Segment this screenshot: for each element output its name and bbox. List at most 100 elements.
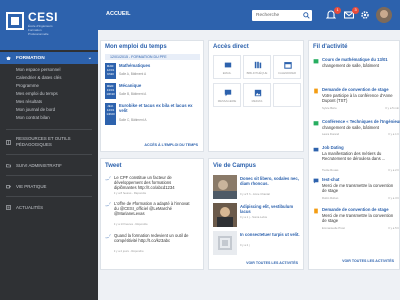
campus-post-meta: Il y a 5 h - Anne Chantal xyxy=(240,192,270,196)
nav-vie-label: VIE PRATIQUE xyxy=(16,183,47,189)
campus-post-meta: Il y a 2 j xyxy=(240,243,250,247)
campus-post[interactable]: Adipiscing elit, vestibulum lacus Il y a… xyxy=(213,203,300,231)
activity-item-text: La manifestation des métiers du Recrutem… xyxy=(322,151,386,161)
tweet-text: L'offre de #formation a adapté à l'innov… xyxy=(114,201,190,216)
calendar-icon xyxy=(284,62,292,69)
coffee-icon xyxy=(6,184,11,188)
sidebar-item-espace-personnel[interactable]: Mon espace personnel xyxy=(0,66,98,74)
news-icon xyxy=(6,204,11,210)
book-icon xyxy=(6,139,11,145)
tweet-card: Tweet Le CPF constitue un facteur de dév… xyxy=(100,158,204,270)
activity-item-author: Emmanuelle Prost xyxy=(322,226,345,230)
tweet-meta: il y a 2 jours - Répondre xyxy=(114,249,144,253)
activity-item-text: changement de salle, bâtiment xyxy=(322,125,380,130)
email-icon xyxy=(224,62,232,68)
campus-post-text: Adipiscing elit, vestibulum lacus xyxy=(240,204,294,214)
nav-suivi-administratif[interactable]: SUIVI ADMINISTRATIF xyxy=(0,158,98,172)
schedule-course-name: Mécanique xyxy=(119,83,142,88)
sidebar-item-contrat-bilan[interactable]: Mon contrat bilan xyxy=(0,114,98,122)
campus-link[interactable]: VOIR TOUTES LES ACTIVITÉS xyxy=(246,261,298,265)
tile-messagerie[interactable]: MESSAGERIE xyxy=(213,83,241,107)
campus-post-meta: Il y a 1 j - Sonia Lebre xyxy=(240,215,268,219)
twitter-icon xyxy=(105,176,111,181)
tile-bibliotheque[interactable]: BIBLIOTHÈQUE xyxy=(243,55,271,79)
sidebar: CESI École d'Ingénieurs Formation Profes… xyxy=(0,0,98,300)
schedule-row[interactable]: MER. 13/01 10h30 Mécanique Salle B, Bâtime… xyxy=(105,83,200,99)
tweet-text: Le CPF constitue un facteur de développe… xyxy=(114,175,175,190)
campus-post[interactable]: Donec sit libero, sodales nec, diam rhon… xyxy=(213,175,300,203)
nav-ressources[interactable]: RESSOURCES ET OUTILS PÉDAGOGIQUES xyxy=(0,133,98,151)
campus-post[interactable]: In consectetuer turpis ut velit. Il y a … xyxy=(213,231,300,259)
schedule-link[interactable]: ACCÈS À L'EMPLOI DU TEMPS xyxy=(144,143,198,147)
user-avatar[interactable] xyxy=(376,7,392,23)
activity-item-title: Job Dating xyxy=(322,145,344,150)
schedule-week-header: 12/01/2015 - FORMATION DU PFE xyxy=(105,54,200,60)
notifications-button[interactable]: 1 xyxy=(325,7,341,20)
chevron-down-icon: ⌄ xyxy=(87,55,92,61)
campus-title: Vie de Campus xyxy=(213,163,256,169)
sidebar-item-programme[interactable]: Programme xyxy=(0,82,98,90)
sidebar-item-journal-de-bord[interactable]: Mon journal de bord xyxy=(0,106,98,114)
calendar-icon xyxy=(313,59,319,64)
tweet-meta: il y a 13 heures - Répondre xyxy=(114,222,148,226)
sidebar-divider xyxy=(6,175,92,176)
activity-card: Fil d'activité Cours de mathématique du … xyxy=(308,40,400,270)
schedule-row[interactable]: MAR. 12/01 9h30 Mathématiques Salle A, Bât… xyxy=(105,63,200,79)
activity-item-title: Demande de convention de stage xyxy=(322,207,389,212)
page-title: ACCUEIL xyxy=(106,11,131,17)
tweet-title: Tweet xyxy=(105,163,122,169)
sidebar-item-resultats[interactable]: Mes résultats xyxy=(0,98,98,106)
calendar-icon xyxy=(313,121,319,126)
campus-card: Vie de Campus Donec sit libero, sodales … xyxy=(208,158,304,270)
activity-item-author: Tienle Rouas xyxy=(322,168,339,172)
twitter-icon xyxy=(105,202,111,207)
chat-icon xyxy=(224,89,232,97)
schedule-row[interactable]: JEU. 14/01 14h00 Eurobike et tacus ex bila… xyxy=(105,103,200,125)
gear-icon xyxy=(361,11,369,19)
brand-name: CESI xyxy=(28,10,59,24)
activity-item-text: changement de salle, bâtiment xyxy=(322,63,380,68)
activity-item-author: Sylvie Bérie xyxy=(322,106,337,110)
activity-link[interactable]: VOIR TOUTES LES ACTIVITÉS xyxy=(342,259,394,263)
nav-formation-label: FORMATION xyxy=(16,55,45,61)
schedule-room: Salle C, Bâtiment A xyxy=(119,118,147,122)
nav-actualites[interactable]: ACTUALITÉS xyxy=(0,200,98,214)
schedule-date: MER. 13/01 10h30 xyxy=(105,83,116,99)
campus-photo xyxy=(213,175,237,199)
sidebar-item-emploi-du-temps[interactable]: Mes emploi du temps xyxy=(0,90,98,98)
schedule-title: Mon emploi du temps xyxy=(105,44,167,50)
notification-badge: 1 xyxy=(334,7,341,14)
campus-post-text: In consectetuer turpis ut velit. xyxy=(240,232,300,237)
direct-access-title: Accès direct xyxy=(213,44,249,50)
schedule-room: Salle A, Bâtiment A xyxy=(119,72,147,76)
brand-tagline: École d'Ingénieurs Formation Professionn… xyxy=(28,24,53,36)
campus-post-text: Donec sit libero, sodales nec, diam rhon… xyxy=(240,176,299,186)
folder-icon xyxy=(6,163,11,167)
cesi-logo-icon[interactable] xyxy=(6,12,24,30)
activity-item-author: Robin Rohan xyxy=(322,196,339,200)
tile-medias[interactable]: MEDIAS xyxy=(243,83,271,107)
tile-calendrier-label: CALENDRIER xyxy=(277,71,297,75)
tweet-meta: il y a 8 heures - Répondre xyxy=(114,191,147,195)
nav-suivi-label: SUIVI ADMINISTRATIF xyxy=(16,162,62,168)
tweet-text: Quand la formation redevient un outil de… xyxy=(114,233,189,243)
schedule-date: JEU. 14/01 14h00 xyxy=(105,103,116,125)
nav-vie-pratique[interactable]: VIE PRATIQUE xyxy=(0,179,98,193)
nav-actualites-label: ACTUALITÉS xyxy=(16,204,44,210)
search-icon[interactable] xyxy=(303,12,310,19)
schedule-course-name: Eurobike et tacus ex bila et lacus ex ve… xyxy=(119,103,193,113)
image-placeholder-icon xyxy=(213,231,237,255)
sidebar-item-calendrier[interactable]: Calendrier & dates clés xyxy=(0,74,98,82)
activity-item-text: Votre participe à la conférence d'Anne D… xyxy=(322,93,393,103)
search-input[interactable]: Recherche xyxy=(252,10,312,21)
brand-header: CESI École d'Ingénieurs Formation Profes… xyxy=(0,0,98,50)
schedule-room: Salle B, Bâtiment A xyxy=(119,92,147,96)
tile-calendrier[interactable]: CALENDRIER xyxy=(273,55,301,79)
settings-button[interactable] xyxy=(360,10,371,20)
image-icon xyxy=(254,89,262,97)
tile-email[interactable]: EMAIL xyxy=(213,55,241,79)
schedule-card: Mon emploi du temps 12/01/2015 - FORMATI… xyxy=(100,40,204,152)
nav-formation[interactable]: FORMATION ⌄ xyxy=(0,52,98,64)
tile-bibliotheque-label: BIBLIOTHÈQUE xyxy=(246,71,268,75)
messages-button[interactable]: 3 xyxy=(343,7,359,20)
